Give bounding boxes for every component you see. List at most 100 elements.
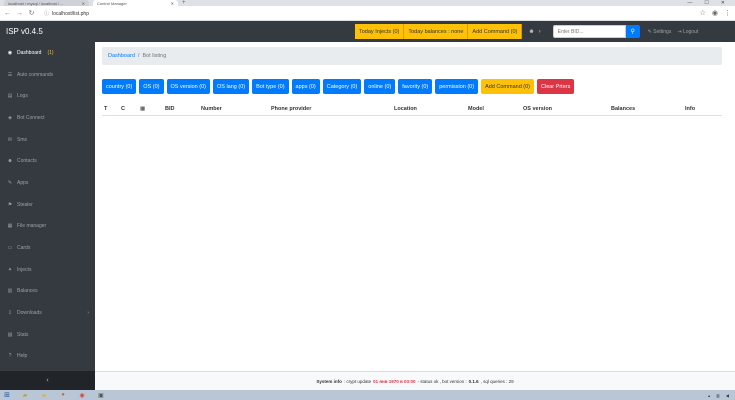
volume-icon[interactable]: ◀ bbox=[726, 393, 729, 398]
column-header-c[interactable]: C bbox=[121, 106, 125, 112]
window-icon[interactable]: ▣ bbox=[93, 390, 109, 400]
bid-search: ⚲ bbox=[552, 25, 640, 38]
sidebar-item-downloads[interactable]: ⇩ Downloads › bbox=[0, 302, 95, 324]
sidebar: ◉ Dashboard (1) ☰ Auto commands ▤ Logs ◈ Bot Con… bbox=[0, 42, 95, 371]
system-tray: ▴ ▥ ◀ bbox=[708, 393, 735, 398]
column-header-t[interactable]: T bbox=[104, 106, 107, 112]
sidebar-item-stats[interactable]: ▨ Stats bbox=[0, 324, 95, 346]
today-balances-button[interactable]: Today balances : none bbox=[404, 24, 469, 39]
injects-icon: ✦ bbox=[7, 266, 13, 273]
account-icon[interactable]: ◉ bbox=[712, 9, 718, 17]
chevron-right-icon: › bbox=[538, 28, 541, 35]
filter-button-country[interactable]: country (0) bbox=[102, 79, 137, 94]
download-icon: ⇩ bbox=[7, 310, 13, 317]
table-header: T C ▦ BID Number Phone provider Location Model O… bbox=[102, 102, 722, 116]
search-button[interactable]: ⚲ bbox=[625, 25, 640, 38]
sidebar-item-injects[interactable]: ✦ Injects bbox=[0, 259, 95, 281]
filter-button-os-lang[interactable]: OS lang (0) bbox=[212, 79, 250, 94]
filter-button-apps[interactable]: apps (0) bbox=[291, 79, 320, 94]
brand[interactable]: ISP v0.4.5 bbox=[0, 27, 95, 36]
column-header-number[interactable]: Number bbox=[201, 106, 222, 112]
media-icon[interactable]: ● bbox=[55, 390, 71, 400]
add-command-header-button[interactable]: Add Command (0) bbox=[468, 24, 523, 39]
bot-version: 0.1.6 bbox=[468, 378, 479, 384]
reload-icon[interactable]: ↻ bbox=[28, 9, 35, 17]
file-icon: ▦ bbox=[7, 223, 13, 230]
calendar-icon: ▦ bbox=[140, 106, 146, 112]
sidebar-item-label: Downloads bbox=[17, 310, 42, 317]
sidebar-item-sms[interactable]: ✉ Sms bbox=[0, 129, 95, 151]
contacts-icon: ☻ bbox=[7, 158, 13, 165]
column-header-model[interactable]: Model bbox=[468, 106, 484, 112]
filter-button-os-version[interactable]: OS version (0) bbox=[166, 79, 210, 94]
breadcrumb: Dashboard / Bot listing bbox=[102, 47, 722, 65]
filter-button-online[interactable]: online (0) bbox=[364, 79, 396, 94]
star-icon[interactable]: ☆ bbox=[700, 9, 706, 17]
sidebar-item-balances[interactable]: ▥ Balances bbox=[0, 281, 95, 303]
folder-icon[interactable]: ▰ bbox=[36, 390, 52, 400]
forward-icon[interactable]: → bbox=[16, 10, 23, 17]
sidebar-badge: (1) bbox=[47, 49, 54, 56]
sidebar-item-label: Cards bbox=[17, 245, 31, 252]
address-bar: ← → ↻ ⓘ localhost/list.php ☆ ◉ ⋮ bbox=[0, 6, 735, 21]
filter-bar: country (0) OS (0) OS version (0) OS lang (… bbox=[102, 79, 575, 94]
sidebar-item-label: Apps bbox=[17, 179, 29, 186]
help-icon: ? bbox=[8, 353, 12, 360]
filter-button-add-command[interactable]: Add Command (0) bbox=[481, 79, 534, 94]
sidebar-item-file-manager[interactable]: ▦ File manager bbox=[0, 216, 95, 238]
column-header-phone-provider[interactable]: Phone provider bbox=[271, 106, 311, 112]
search-input[interactable] bbox=[552, 25, 626, 38]
sidebar-item-label: Bot Connect bbox=[17, 114, 45, 121]
system-info-footer: System info : crypt update 01 янв 1970 в… bbox=[95, 371, 735, 390]
sidebar-item-bot-connect[interactable]: ◈ Bot Connect bbox=[0, 107, 95, 129]
close-icon[interactable]: ✕ bbox=[171, 1, 174, 6]
sidebar-item-label: Auto commands bbox=[17, 71, 54, 78]
column-header-os-version[interactable]: OS version bbox=[523, 106, 552, 112]
filter-button-category[interactable]: Category (0) bbox=[322, 79, 362, 94]
apps-icon: ✎ bbox=[7, 179, 13, 186]
filter-button-bot-type[interactable]: Bot type (0) bbox=[252, 79, 289, 94]
column-header-bid[interactable]: BID bbox=[165, 106, 174, 112]
filter-button-permission[interactable]: permission (0) bbox=[435, 79, 479, 94]
crypt-update-date: 01 янв 1970 в 03:00 bbox=[373, 378, 416, 384]
column-header-location[interactable]: Location bbox=[394, 106, 417, 112]
logout-link[interactable]: ⇥ Logout bbox=[677, 29, 698, 35]
sidebar-item-help[interactable]: ? Help bbox=[0, 346, 95, 368]
sidebar-item-label: Dashboard bbox=[17, 49, 42, 56]
sidebar-item-dashboard[interactable]: ◉ Dashboard (1) bbox=[0, 42, 95, 64]
chrome-icon[interactable]: ◉ bbox=[74, 390, 90, 400]
sidebar-item-contacts[interactable]: ☻ Contacts bbox=[0, 150, 95, 172]
column-header-balances[interactable]: Balances bbox=[611, 106, 635, 112]
system-info-label: System info bbox=[316, 378, 342, 384]
sidebar-item-logs[interactable]: ▤ Logs bbox=[0, 85, 95, 107]
today-injects-button[interactable]: Today Injects (0) bbox=[355, 24, 405, 39]
breadcrumb-current: Bot listing bbox=[142, 53, 167, 59]
logs-icon: ▤ bbox=[7, 93, 13, 100]
start-icon[interactable]: ⊞ bbox=[0, 390, 14, 400]
dashboard-icon: ◉ bbox=[7, 49, 13, 56]
close-icon[interactable]: ✕ bbox=[82, 1, 85, 6]
filter-button-os[interactable]: OS (0) bbox=[139, 79, 164, 94]
settings-link[interactable]: ✎ Settings bbox=[648, 29, 672, 35]
user-menu[interactable]: ☻ › bbox=[528, 29, 540, 35]
filter-button-clear-prters[interactable]: Clear Prters bbox=[537, 79, 575, 94]
column-header-info[interactable]: Info bbox=[685, 106, 695, 112]
sidebar-item-label: Logs bbox=[17, 93, 28, 100]
back-icon[interactable]: ← bbox=[4, 10, 11, 17]
explorer-icon[interactable]: ▰ bbox=[17, 390, 33, 400]
sidebar-item-label: Contacts bbox=[17, 158, 37, 165]
sidebar-collapse-button[interactable]: ‹ bbox=[0, 371, 95, 390]
sidebar-item-apps[interactable]: ✎ Apps bbox=[0, 172, 95, 194]
url-field[interactable]: ⓘ localhost/list.php bbox=[44, 10, 89, 17]
tray-arrow-icon[interactable]: ▴ bbox=[708, 393, 710, 398]
column-header-date[interactable]: ▦ bbox=[140, 106, 145, 112]
sidebar-item-auto-commands[interactable]: ☰ Auto commands bbox=[0, 64, 95, 86]
sidebar-item-stealer[interactable]: ⚑ Stealer bbox=[0, 194, 95, 216]
chevron-left-icon: ‹ bbox=[46, 377, 49, 384]
breadcrumb-dashboard[interactable]: Dashboard bbox=[108, 53, 135, 59]
sidebar-item-cards[interactable]: ▭ Cards bbox=[0, 237, 95, 259]
menu-icon[interactable]: ⋮ bbox=[724, 9, 731, 17]
network-icon[interactable]: ▥ bbox=[716, 393, 720, 398]
sidebar-item-label: Injects bbox=[17, 266, 32, 273]
filter-button-favority[interactable]: favority (0) bbox=[398, 79, 433, 94]
